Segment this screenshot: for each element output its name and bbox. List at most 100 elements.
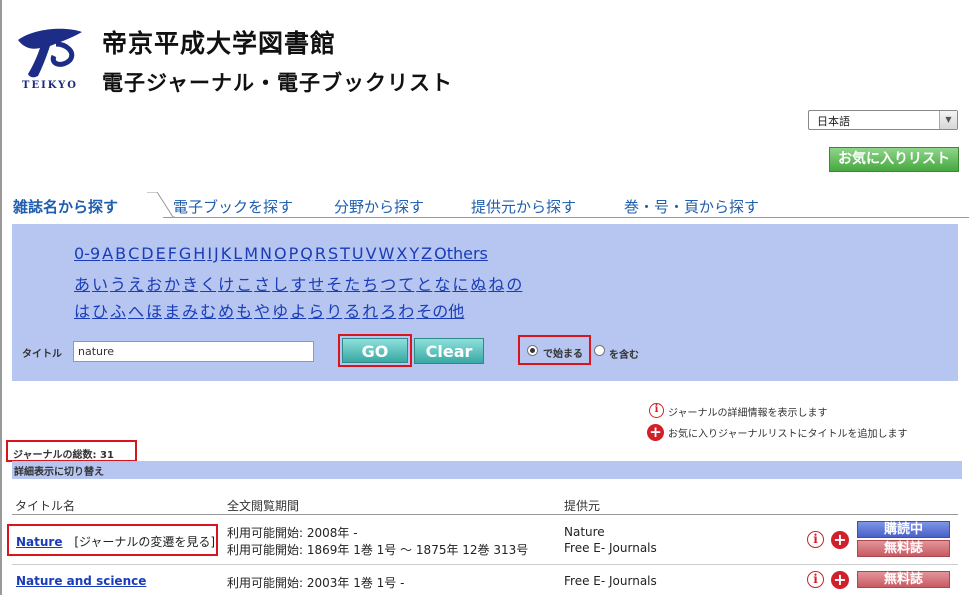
index-link[interactable]: L	[233, 244, 242, 263]
info-icon[interactable]: i	[807, 571, 824, 588]
index-link[interactable]: る	[344, 302, 360, 321]
radio-starts-with[interactable]	[527, 345, 538, 356]
index-link[interactable]: ち	[362, 275, 378, 294]
index-link[interactable]: ほ	[146, 302, 162, 321]
index-link[interactable]: け	[218, 275, 234, 294]
index-link[interactable]: ゆ	[272, 302, 288, 321]
journal-history-link[interactable]: [ジャーナルの変遷を見る]	[74, 535, 215, 549]
index-link[interactable]: X	[396, 244, 407, 263]
clear-button[interactable]: Clear	[414, 338, 484, 364]
index-link[interactable]: あ	[74, 275, 90, 294]
subscribed-badge[interactable]: 購読中	[857, 521, 950, 538]
index-link[interactable]: り	[326, 302, 342, 321]
index-link[interactable]: す	[290, 275, 306, 294]
journal-title-link[interactable]: Nature and science	[16, 574, 146, 588]
add-favorite-icon[interactable]: +	[831, 571, 849, 589]
index-link[interactable]: く	[200, 275, 216, 294]
index-link[interactable]: ね	[488, 275, 504, 294]
index-link[interactable]: I	[207, 244, 212, 263]
index-link[interactable]: た	[344, 275, 360, 294]
index-link[interactable]: P	[289, 244, 299, 263]
index-link[interactable]: か	[164, 275, 180, 294]
index-link[interactable]: 0-9	[74, 244, 100, 263]
free-badge[interactable]: 無料誌	[857, 540, 950, 557]
index-link[interactable]: は	[74, 302, 90, 321]
index-link[interactable]: Q	[300, 244, 313, 263]
index-link[interactable]: ひ	[92, 302, 108, 321]
index-link[interactable]: O	[274, 244, 287, 263]
index-link[interactable]: も	[236, 302, 252, 321]
index-link[interactable]: G	[179, 244, 191, 263]
index-link[interactable]: と	[416, 275, 432, 294]
index-link[interactable]: に	[452, 275, 468, 294]
index-link[interactable]: N	[260, 244, 272, 263]
index-link[interactable]: し	[272, 275, 288, 294]
index-link[interactable]: や	[254, 302, 270, 321]
index-link[interactable]: U	[352, 244, 364, 263]
index-link[interactable]: せ	[308, 275, 324, 294]
language-select[interactable]: 日本語 ▼	[808, 110, 958, 130]
index-link[interactable]: C	[128, 244, 139, 263]
index-link[interactable]: J	[214, 244, 219, 263]
index-link[interactable]: D	[141, 244, 153, 263]
index-link[interactable]: S	[328, 244, 338, 263]
index-link[interactable]: み	[182, 302, 198, 321]
tab-citation[interactable]: 巻・号・頁から探す	[624, 196, 759, 217]
index-link[interactable]: ふ	[110, 302, 126, 321]
index-link[interactable]: R	[315, 244, 326, 263]
index-link[interactable]: い	[92, 275, 108, 294]
index-link[interactable]: T	[340, 244, 350, 263]
index-link[interactable]: F	[168, 244, 177, 263]
index-link[interactable]: め	[218, 302, 234, 321]
index-link[interactable]: Y	[409, 244, 419, 263]
index-link[interactable]: B	[115, 244, 126, 263]
free-badge[interactable]: 無料誌	[857, 571, 950, 588]
go-button[interactable]: GO	[342, 338, 408, 363]
index-link[interactable]: ろ	[380, 302, 396, 321]
tab-journal-title[interactable]: 雑誌名から探す	[10, 192, 145, 219]
alpha-row-kana-2: はひふへほまみむめもやゆよらりるれろわその他	[74, 298, 466, 322]
index-link[interactable]: A	[102, 244, 113, 263]
index-link[interactable]: れ	[362, 302, 378, 321]
index-link[interactable]: ま	[164, 302, 180, 321]
detail-toggle[interactable]: 詳細表示に切り替え	[12, 461, 962, 479]
index-link[interactable]: V	[366, 244, 377, 263]
index-link[interactable]: な	[434, 275, 450, 294]
index-link[interactable]: う	[110, 275, 126, 294]
index-link[interactable]: つ	[380, 275, 396, 294]
index-link[interactable]: M	[244, 244, 258, 263]
index-link[interactable]: の	[506, 275, 522, 294]
index-link[interactable]: そ	[326, 275, 342, 294]
index-link[interactable]: こ	[236, 275, 252, 294]
radio-contains[interactable]	[594, 345, 605, 356]
plus-icon: +	[647, 424, 664, 441]
index-link[interactable]: お	[146, 275, 162, 294]
index-link[interactable]: K	[221, 244, 232, 263]
index-link[interactable]: て	[398, 275, 414, 294]
index-link[interactable]: その他	[416, 302, 464, 321]
search-tabs: 雑誌名から探す 電子ブックを探す 分野から探す 提供元から探す 巻・号・頁から探…	[10, 192, 969, 219]
index-link[interactable]: さ	[254, 275, 270, 294]
index-link[interactable]: わ	[398, 302, 414, 321]
index-link[interactable]: ら	[308, 302, 324, 321]
index-link[interactable]: へ	[128, 302, 144, 321]
index-link[interactable]: き	[182, 275, 198, 294]
add-favorite-icon[interactable]: +	[831, 531, 849, 549]
tab-provider[interactable]: 提供元から探す	[471, 196, 576, 217]
index-link[interactable]: Others	[434, 244, 488, 263]
index-link[interactable]: え	[128, 275, 144, 294]
index-link[interactable]: E	[156, 244, 166, 263]
journal-title-link[interactable]: Nature	[16, 535, 62, 549]
index-link[interactable]: よ	[290, 302, 306, 321]
title-search-input[interactable]	[73, 341, 314, 362]
index-link[interactable]: W	[379, 244, 395, 263]
title-label: タイトル	[22, 349, 62, 360]
index-link[interactable]: む	[200, 302, 216, 321]
index-link[interactable]: H	[193, 244, 205, 263]
index-link[interactable]: Z	[421, 244, 432, 263]
info-icon[interactable]: i	[807, 531, 824, 548]
tab-ebook[interactable]: 電子ブックを探す	[173, 196, 293, 217]
tab-subject[interactable]: 分野から探す	[334, 196, 424, 217]
favorites-list-button[interactable]: お気に入りリスト	[829, 147, 959, 172]
index-link[interactable]: ぬ	[470, 275, 486, 294]
